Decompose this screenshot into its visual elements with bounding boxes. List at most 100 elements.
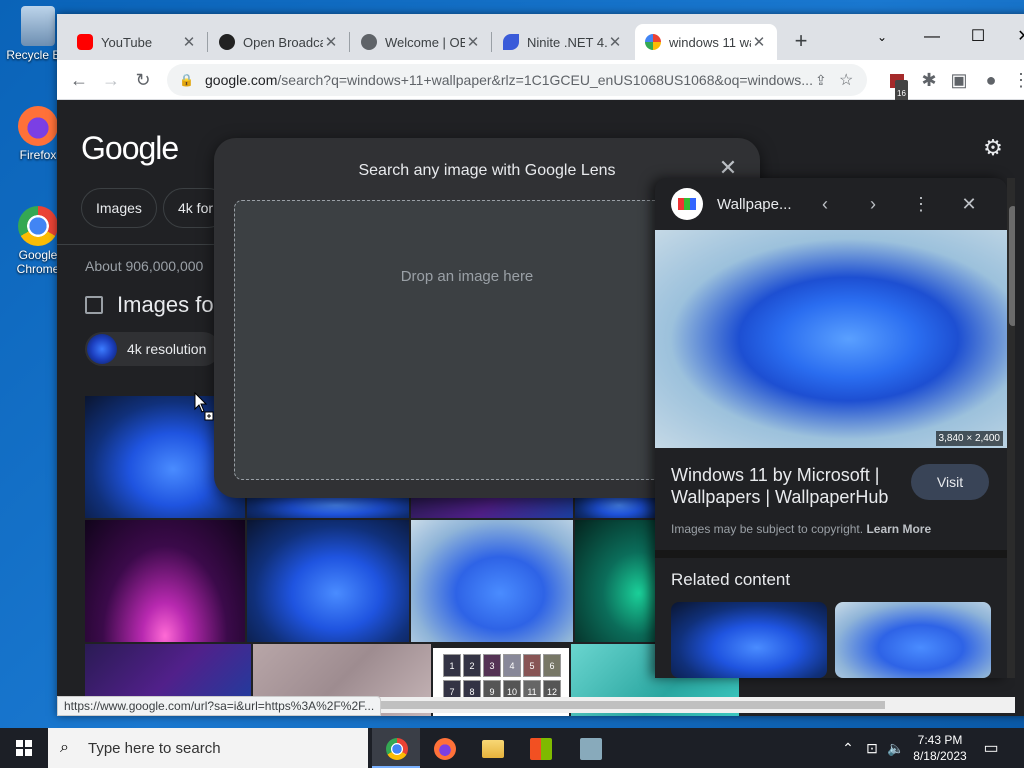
related-image[interactable] bbox=[835, 602, 991, 678]
scrollbar-thumb[interactable] bbox=[375, 701, 885, 709]
side-panel-icon[interactable]: ▣ bbox=[945, 66, 973, 94]
tab-ninite[interactable]: Ninite .NET 4.8 ✕ bbox=[493, 24, 633, 60]
tab-separator bbox=[349, 32, 350, 52]
chrome-icon bbox=[386, 738, 408, 760]
image-dimensions: 3,840 × 2,400 bbox=[935, 431, 1003, 446]
folder-icon bbox=[482, 740, 504, 758]
taskbar-store[interactable] bbox=[516, 728, 564, 768]
new-tab-button[interactable]: + bbox=[787, 28, 815, 56]
close-icon[interactable]: ✕ bbox=[955, 190, 983, 218]
tab-title: YouTube bbox=[101, 34, 153, 50]
chip-thumbnail bbox=[87, 334, 117, 364]
close-icon[interactable]: ✕ bbox=[716, 156, 740, 180]
copyright-notice: Images may be subject to copyright. Lear… bbox=[671, 522, 932, 536]
images-heading: Images fo bbox=[85, 292, 214, 318]
horizontal-scrollbar[interactable] bbox=[375, 697, 1015, 713]
tab-separator bbox=[207, 32, 208, 52]
more-vert-icon[interactable]: ⋮ bbox=[907, 190, 935, 218]
image-preview-panel: Wallpape... ‹ › ⋮ ✕ 3,840 × 2,400 Window… bbox=[655, 178, 1007, 678]
grid-number: 5 bbox=[523, 654, 541, 677]
tab-windows-11-wallpaper[interactable]: windows 11 wallpaper ✕ bbox=[635, 24, 777, 60]
chrome-window: YouTube ✕ Open Broadcaster ✕ Welcome | O… bbox=[57, 14, 1024, 716]
network-icon[interactable]: ⊡ bbox=[862, 738, 882, 758]
menu-kebab-icon[interactable]: ⋮ bbox=[1007, 66, 1024, 94]
taskbar-chrome[interactable] bbox=[372, 728, 420, 768]
profile-avatar-icon[interactable]: ● bbox=[977, 66, 1005, 94]
close-icon[interactable]: ✕ bbox=[607, 33, 623, 51]
firefox-icon bbox=[434, 738, 456, 760]
grid-number: 2 bbox=[463, 654, 481, 677]
chip-images[interactable]: Images bbox=[81, 188, 157, 228]
clock-date: 8/18/2023 bbox=[913, 749, 967, 763]
tab-youtube[interactable]: YouTube ✕ bbox=[67, 24, 207, 60]
close-icon[interactable]: ✕ bbox=[751, 33, 767, 51]
image-result[interactable] bbox=[411, 520, 573, 642]
clock-time: 7:43 PM bbox=[917, 733, 963, 747]
firefox-icon bbox=[18, 106, 58, 146]
drop-zone-label: Drop an image here bbox=[400, 268, 534, 285]
image-icon bbox=[85, 296, 103, 314]
notification-icon[interactable]: ▭ bbox=[980, 738, 1002, 758]
back-arrow-icon[interactable]: ← bbox=[65, 66, 93, 94]
result-stats: About 906,000,000 bbox=[85, 258, 204, 274]
chrome-icon bbox=[18, 206, 58, 246]
reload-icon[interactable]: ↻ bbox=[129, 66, 157, 94]
scrollbar-thumb[interactable] bbox=[1009, 206, 1015, 326]
taskbar-search[interactable]: ⌕ Type here to search bbox=[48, 728, 368, 768]
tab-search-button[interactable]: ⌄ bbox=[859, 22, 905, 52]
preview-title[interactable]: Windows 11 by Microsoft | Wallpapers | W… bbox=[671, 464, 899, 508]
search-icon: ⌕ bbox=[60, 739, 69, 756]
image-result[interactable] bbox=[85, 520, 245, 642]
chevron-right-icon[interactable]: › bbox=[859, 190, 887, 218]
tab-title: windows 11 wallpaper bbox=[669, 34, 751, 50]
status-bar-url: https://www.google.com/url?sa=i&url=http… bbox=[57, 696, 382, 716]
chevron-left-icon[interactable]: ‹ bbox=[811, 190, 839, 218]
tab-welcome-obs[interactable]: Welcome | OBS ✕ bbox=[351, 24, 491, 60]
forward-arrow-icon[interactable]: → bbox=[97, 66, 125, 94]
extension-badge-icon[interactable]: 16 bbox=[883, 66, 911, 108]
maximize-button[interactable]: ☐ bbox=[955, 22, 1001, 52]
bookmark-star-icon[interactable]: ☆ bbox=[839, 70, 867, 90]
address-bar[interactable]: 🔒 google.com/search?q=windows+11+wallpap… bbox=[167, 64, 867, 96]
minimize-button[interactable]: — bbox=[909, 22, 955, 52]
taskbar: ⌕ Type here to search ⌃ ⊡ 🔈 7:43 PM 8/18… bbox=[0, 728, 1024, 768]
visit-button[interactable]: Visit bbox=[911, 464, 989, 500]
close-icon[interactable]: ✕ bbox=[323, 33, 339, 51]
learn-more-link[interactable]: Learn More bbox=[866, 522, 931, 536]
clock[interactable]: 7:43 PM 8/18/2023 bbox=[900, 732, 980, 764]
related-heading: Related content bbox=[671, 570, 791, 589]
display-icon bbox=[580, 738, 602, 760]
panel-scrollbar[interactable] bbox=[1007, 178, 1015, 678]
chevron-up-icon[interactable]: ⌃ bbox=[838, 738, 858, 758]
related-image[interactable] bbox=[671, 602, 827, 678]
settings-gear-icon[interactable]: ⚙ bbox=[981, 136, 1005, 160]
close-icon[interactable]: ✕ bbox=[181, 33, 197, 51]
tab-title: Welcome | OBS bbox=[385, 34, 465, 50]
tab-bar: YouTube ✕ Open Broadcaster ✕ Welcome | O… bbox=[57, 14, 1024, 60]
youtube-icon bbox=[77, 34, 93, 50]
tab-open-broadcaster[interactable]: Open Broadcaster ✕ bbox=[209, 24, 349, 60]
globe-icon bbox=[361, 34, 377, 50]
site-name[interactable]: Wallpape... bbox=[717, 196, 807, 213]
start-button[interactable] bbox=[0, 728, 48, 768]
grid-number: 4 bbox=[503, 654, 521, 677]
divider bbox=[655, 550, 1007, 558]
taskbar-app[interactable] bbox=[566, 728, 614, 768]
ninite-icon bbox=[503, 34, 519, 50]
share-icon[interactable]: ⇪ bbox=[815, 72, 839, 89]
chip-4k-resolution[interactable]: 4k resolution bbox=[85, 332, 221, 366]
image-result[interactable] bbox=[575, 520, 655, 642]
close-window-button[interactable]: ✕ bbox=[1001, 22, 1024, 52]
tab-separator bbox=[491, 32, 492, 52]
grid-number: 3 bbox=[483, 654, 501, 677]
google-icon bbox=[645, 34, 661, 50]
image-result[interactable] bbox=[247, 520, 409, 642]
site-logo-icon bbox=[671, 188, 703, 220]
image-drop-zone[interactable] bbox=[234, 200, 674, 480]
google-logo[interactable]: Google bbox=[81, 130, 179, 167]
preview-image[interactable]: 3,840 × 2,400 bbox=[655, 230, 1007, 448]
extensions-puzzle-icon[interactable]: ✱ bbox=[915, 66, 943, 94]
taskbar-file-explorer[interactable] bbox=[468, 728, 516, 768]
taskbar-firefox[interactable] bbox=[420, 728, 468, 768]
close-icon[interactable]: ✕ bbox=[465, 33, 481, 51]
